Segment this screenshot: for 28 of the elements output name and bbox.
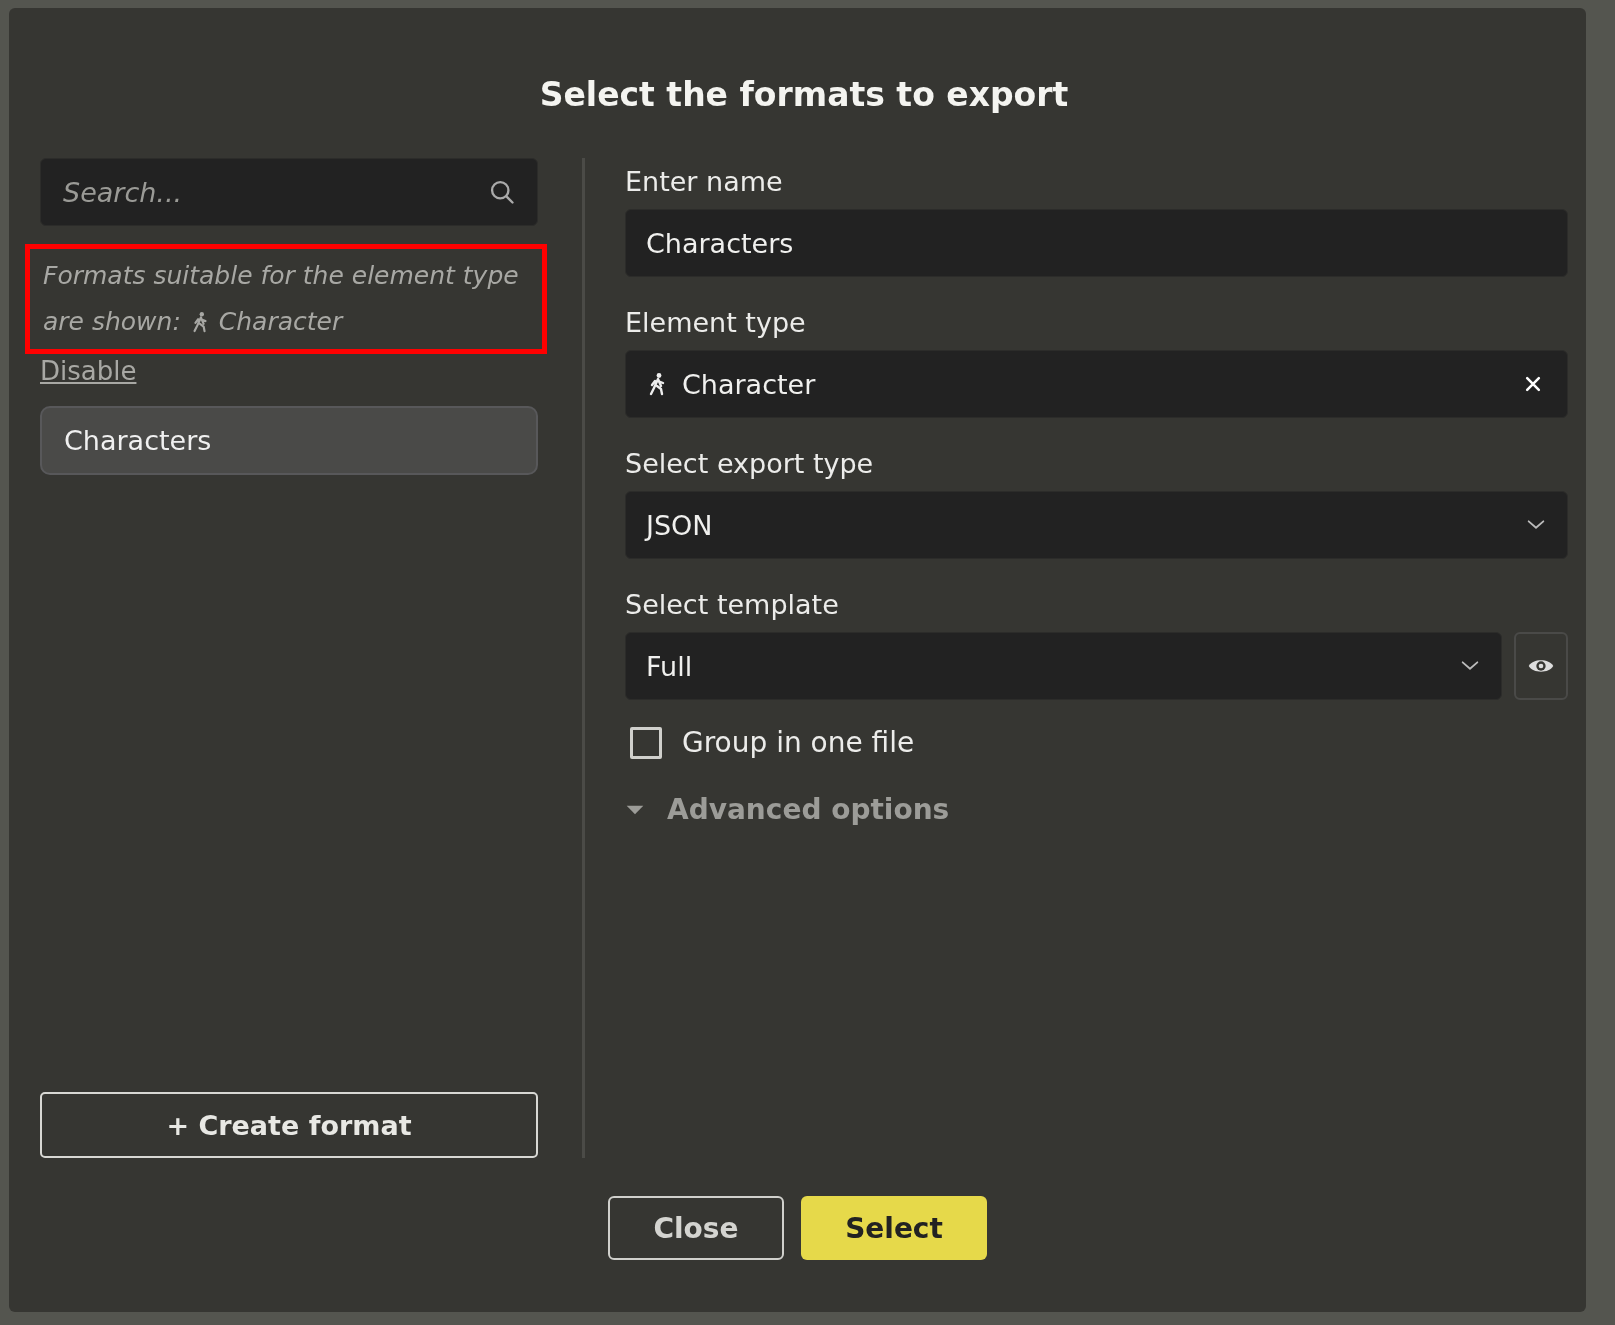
field-label: Select template [625, 588, 840, 622]
filter-notice-text: are shown: [43, 306, 181, 338]
dialog-title: Select the formats to export [538, 74, 1070, 116]
create-format-button[interactable]: + Create format [40, 1092, 538, 1158]
caret-down-icon [625, 803, 645, 816]
element-type-text: Character [218, 306, 343, 338]
select-button[interactable]: Select [801, 1196, 987, 1260]
search-field[interactable]: Search... [40, 158, 538, 226]
filter-notice-text: Formats suitable for the element type [43, 260, 519, 292]
advanced-options-toggle[interactable]: Advanced options [625, 793, 950, 826]
checkbox[interactable] [630, 726, 662, 759]
disable-link[interactable]: Disable [40, 356, 137, 386]
field-value: Full [646, 650, 694, 682]
close-icon [1523, 374, 1543, 394]
preview-button[interactable] [1514, 632, 1568, 700]
element-type-field[interactable]: Character [625, 350, 1568, 418]
close-button[interactable]: Close [608, 1196, 784, 1260]
field-label: Select export type [625, 447, 875, 481]
field-label: Element type [625, 306, 807, 340]
field-value: Character [682, 368, 817, 400]
field-label: Enter name [625, 165, 784, 199]
checkbox-label: Group in one file [682, 726, 915, 759]
format-list-item[interactable]: Characters [40, 406, 538, 475]
field-value: JSON [646, 509, 714, 541]
template-dropdown[interactable]: Full [625, 632, 1502, 700]
search-icon [488, 178, 516, 206]
export-type-dropdown[interactable]: JSON [625, 491, 1568, 559]
name-input[interactable]: Characters [625, 209, 1568, 277]
